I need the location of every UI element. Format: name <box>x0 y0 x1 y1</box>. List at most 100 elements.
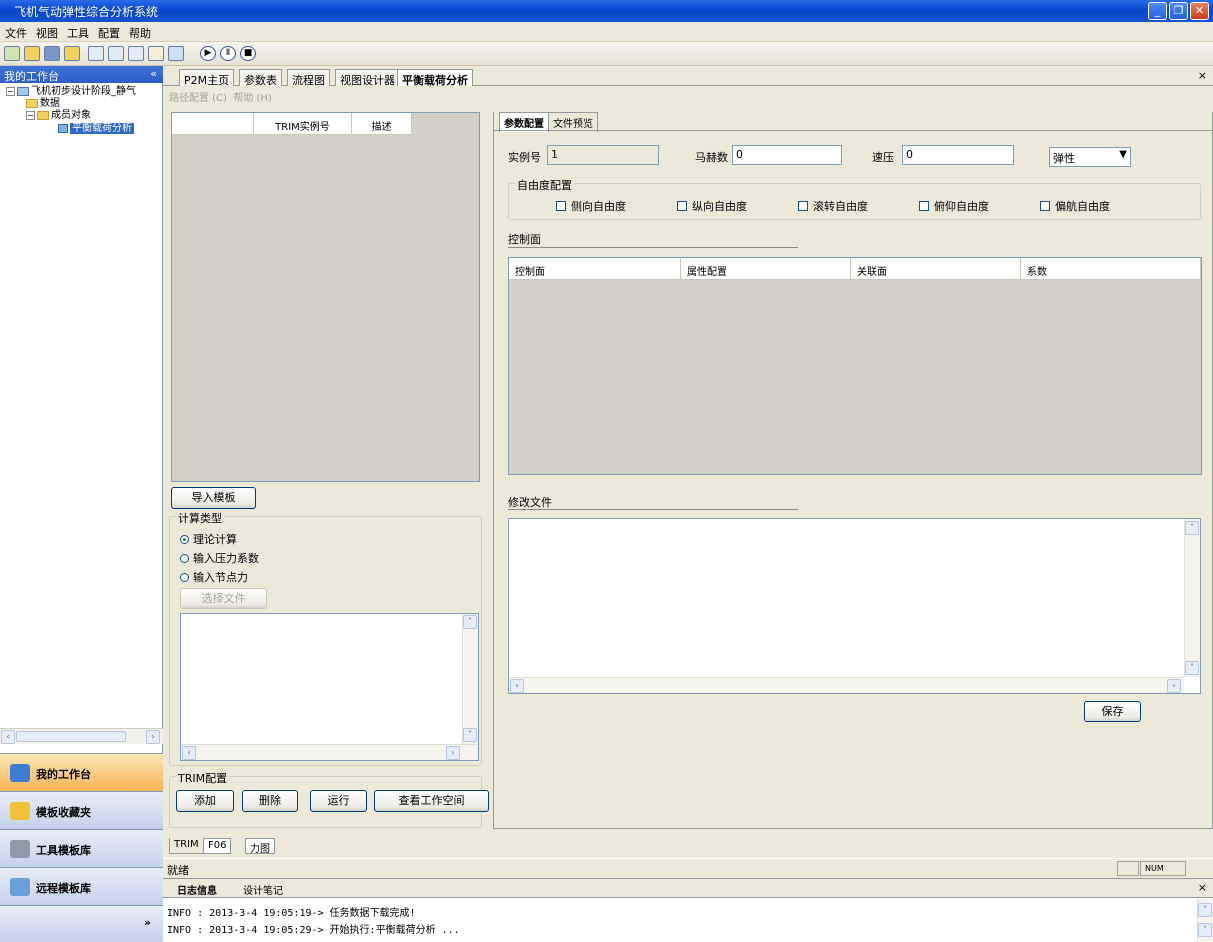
bottom-tabs: TRIM F06 力图 <box>163 838 1213 858</box>
radio-pressure-coefficient[interactable]: 输入压力系数 <box>180 550 259 566</box>
horizontal-scrollbar[interactable]: ‹ › <box>181 744 478 760</box>
calc-type-group: 计算类型 理论计算 输入压力系数 输入节点力 选择文件 ˄ ˅ ‹ › <box>169 510 482 766</box>
chevron-down-icon[interactable]: ▼ <box>1119 149 1127 160</box>
scroll-down-icon[interactable]: ˅ <box>1198 923 1212 937</box>
menu-tools[interactable]: 工具 <box>62 22 93 41</box>
save-icon[interactable] <box>44 46 60 61</box>
mach-field[interactable]: 0 <box>732 145 842 165</box>
scroll-up-icon[interactable]: ˄ <box>1198 903 1212 917</box>
menu-config[interactable]: 配置 <box>93 22 124 41</box>
mode-select[interactable]: 弹性 ▼ <box>1049 147 1131 167</box>
nav-tool-templates[interactable]: 工具模板库 <box>0 829 163 867</box>
tree-item-data[interactable]: 数据 <box>6 98 161 110</box>
column-header-trim-id[interactable]: TRIM实例号 <box>254 113 352 135</box>
minimize-button[interactable]: _ <box>1148 2 1167 20</box>
select-file-button[interactable]: 选择文件 <box>180 588 267 609</box>
tab-param-config[interactable]: 参数配置 <box>499 112 549 132</box>
open-folder-icon[interactable] <box>24 46 40 61</box>
nav-my-workbench[interactable]: 我的工作台 <box>0 753 163 791</box>
log-scrollbar[interactable]: ˄ ˅ <box>1197 899 1213 942</box>
table-icon[interactable] <box>88 46 104 61</box>
scroll-down-icon[interactable]: ˅ <box>1185 661 1199 675</box>
file-list-box[interactable]: ˄ ˅ ‹ › <box>180 613 479 761</box>
run-button[interactable]: 运行 <box>310 790 367 812</box>
import-template-button[interactable]: 导入模板 <box>171 487 256 509</box>
status-bar: 就绪 NUM <box>163 858 1213 878</box>
scroll-up-icon[interactable]: ˄ <box>463 615 477 629</box>
stop-icon[interactable]: ■ <box>240 46 256 61</box>
delete-button[interactable]: 删除 <box>242 790 298 812</box>
right-tabs: 参数配置 文件预览 <box>499 112 598 132</box>
scroll-left-icon[interactable]: ‹ <box>1 730 15 744</box>
tab-flowchart[interactable]: 流程图 <box>287 69 330 87</box>
scroll-up-icon[interactable]: ˄ <box>1185 521 1199 535</box>
scroll-left-icon[interactable]: ‹ <box>182 746 196 760</box>
column-header-coefficient[interactable]: 系数 <box>1021 258 1201 280</box>
tree-item-members[interactable]: − 成员对象 <box>6 110 161 122</box>
nav-remote-templates[interactable]: 远程模板库 <box>0 867 163 905</box>
maximize-button[interactable]: ❐ <box>1169 2 1188 20</box>
tree-item-balance-analysis[interactable]: 平衡载荷分析 <box>6 123 161 135</box>
radio-node-force[interactable]: 输入节点力 <box>180 569 248 585</box>
tab-view-designer[interactable]: 视图设计器 <box>335 69 400 87</box>
tab-p2m-home[interactable]: P2M主页 <box>179 69 235 87</box>
scroll-right-icon[interactable]: › <box>146 730 160 744</box>
tab-balance-load[interactable]: 平衡载荷分析 <box>397 69 473 87</box>
vertical-scrollbar[interactable]: ˄ ˅ <box>1184 519 1200 677</box>
column-header-control-surface[interactable]: 控制面 <box>509 258 681 280</box>
checkbox-roll-dof[interactable]: 滚转自由度 <box>798 198 868 214</box>
modify-file-textarea[interactable]: ˄ ˅ ‹ › <box>508 518 1201 694</box>
instance-field[interactable]: 1 <box>547 145 659 165</box>
tab-force-diagram[interactable]: 力图 <box>245 838 275 855</box>
menu-view[interactable]: 视图 <box>31 22 62 41</box>
tree-horizontal-scrollbar[interactable]: ‹ › <box>0 728 163 744</box>
add-button[interactable]: 添加 <box>176 790 234 812</box>
checkbox-yaw-dof[interactable]: 偏航自由度 <box>1040 198 1110 214</box>
scroll-down-icon[interactable]: ˅ <box>463 728 477 742</box>
menu-file[interactable]: 文件 <box>0 22 31 41</box>
expand-more-icon[interactable]: » <box>144 916 151 929</box>
radio-theory-calc[interactable]: 理论计算 <box>180 531 237 547</box>
column-header-description[interactable]: 描述 <box>352 113 412 135</box>
menu-help[interactable]: 帮助 <box>124 22 155 41</box>
collapse-icon[interactable]: « <box>150 67 157 80</box>
dynamic-pressure-field[interactable]: 0 <box>902 145 1014 165</box>
checkbox-icon <box>919 201 929 211</box>
save-button[interactable]: 保存 <box>1084 701 1141 722</box>
column-header-property-config[interactable]: 属性配置 <box>681 258 851 280</box>
nav-expand[interactable]: » <box>0 905 163 942</box>
scroll-right-icon[interactable]: › <box>446 746 460 760</box>
column-header-linked-surface[interactable]: 关联面 <box>851 258 1021 280</box>
window-icon[interactable] <box>128 46 144 61</box>
new-project-icon[interactable] <box>4 46 20 61</box>
checkbox-longitudinal-dof[interactable]: 纵向自由度 <box>677 198 747 214</box>
tab-design-notes[interactable]: 设计笔记 <box>243 882 283 897</box>
tree-root[interactable]: − 飞机初步设计阶段_静气 <box>6 86 161 98</box>
vertical-scrollbar[interactable]: ˄ ˅ <box>462 614 478 744</box>
control-surface-table: 控制面 属性配置 关联面 系数 <box>508 257 1202 475</box>
tab-f06[interactable]: F06 <box>203 838 232 854</box>
tab-log-info[interactable]: 日志信息 <box>177 882 217 897</box>
users-icon[interactable] <box>168 46 184 61</box>
checkbox-pitch-dof[interactable]: 俯仰自由度 <box>919 198 989 214</box>
scroll-thumb[interactable] <box>16 731 126 742</box>
view-workspace-button[interactable]: 查看工作空间 <box>374 790 489 812</box>
checkbox-lateral-dof[interactable]: 侧向自由度 <box>556 198 626 214</box>
collapse-node-icon[interactable]: − <box>6 86 15 96</box>
horizontal-scrollbar[interactable]: ‹ › <box>509 677 1184 693</box>
play-icon[interactable]: ▶ <box>200 46 216 61</box>
tab-trim[interactable]: TRIM <box>169 838 204 854</box>
close-log-icon[interactable]: × <box>1198 881 1207 894</box>
collapse-node-icon[interactable]: − <box>26 110 35 120</box>
scroll-right-icon[interactable]: › <box>1167 679 1181 693</box>
tab-file-preview[interactable]: 文件预览 <box>549 112 598 132</box>
chart-icon[interactable] <box>108 46 124 61</box>
nav-template-favorites[interactable]: 模板收藏夹 <box>0 791 163 829</box>
close-tab-icon[interactable]: × <box>1198 69 1207 82</box>
scroll-left-icon[interactable]: ‹ <box>510 679 524 693</box>
export-icon[interactable] <box>64 46 80 61</box>
edit-icon[interactable] <box>148 46 164 61</box>
tab-parameters[interactable]: 参数表 <box>239 69 282 87</box>
pause-icon[interactable]: Ⅱ <box>220 46 236 61</box>
close-button[interactable]: ✕ <box>1190 2 1209 20</box>
